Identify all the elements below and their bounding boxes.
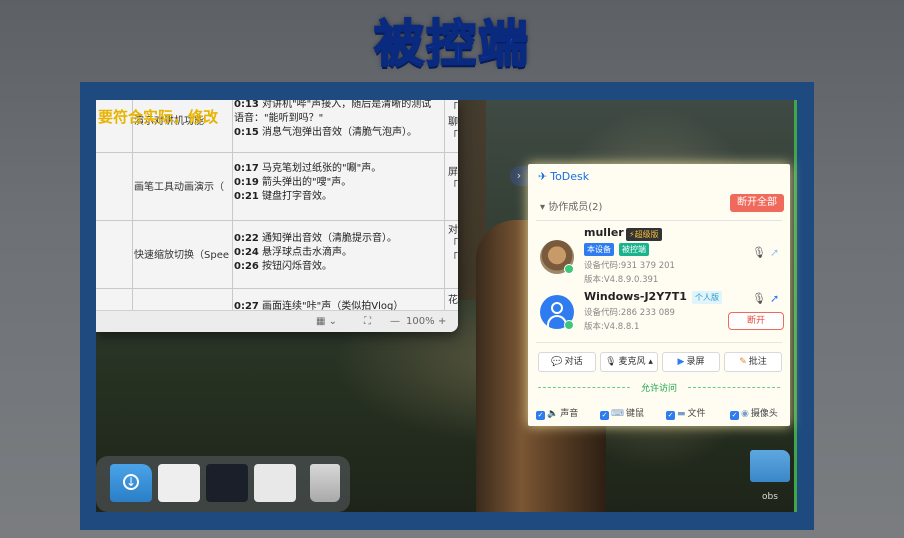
document-status-bar: ▦ ⌄ ⛶ — 100% +: [96, 310, 458, 332]
edition-badge: 个人版: [692, 291, 722, 304]
keyboard-icon: ⌨: [611, 409, 624, 419]
permission-keyboard-mouse[interactable]: ✓ ⌨ 键鼠: [600, 406, 644, 420]
disconnect-all-button[interactable]: 断开全部: [730, 194, 784, 212]
table-cell: 屏「: [448, 167, 458, 192]
os-icon: [564, 320, 574, 330]
speaker-icon: 🔈: [547, 409, 559, 419]
disconnect-button[interactable]: 断开: [728, 312, 784, 330]
table-cell: 对「「: [448, 225, 458, 264]
checkbox[interactable]: ✓: [536, 411, 545, 420]
version-text: 版本:V4.8.8.1: [584, 322, 640, 332]
table-cell: 花: [448, 295, 458, 306]
permission-sound[interactable]: ✓ 🔈 声音: [536, 406, 578, 420]
this-device-tag: 本设备: [584, 243, 614, 256]
zoom-in-button[interactable]: +: [438, 316, 446, 327]
controlled-tag: 被控端: [619, 243, 649, 256]
folder-icon[interactable]: [750, 450, 790, 482]
device-code: 设备代码:286 233 089: [584, 308, 675, 318]
folder-icon: ▬: [677, 409, 686, 419]
table-cell: 快速缩放切换（Spee: [134, 250, 229, 261]
table-cell: 「聊「: [448, 103, 458, 142]
device-code: 设备代码:931 379 201: [584, 261, 675, 271]
checkbox[interactable]: ✓: [600, 411, 609, 420]
table-cell: 0:17 马克笔划过纸张的"唰"声。 0:19 箭头弹出的"嗖"声。 0:21 …: [234, 163, 382, 202]
downloads-folder-icon[interactable]: ↓: [110, 464, 152, 502]
collapse-panel-button[interactable]: ›: [510, 166, 528, 186]
zoom-out-button[interactable]: —: [390, 316, 400, 327]
os-icon: [564, 264, 574, 274]
chat-button[interactable]: 💬 对话: [538, 352, 596, 372]
permission-camera[interactable]: ✓ ◉ 摄像头: [730, 406, 778, 420]
window-thumbnail[interactable]: [254, 464, 296, 502]
member-name: Windows-J2Y7T1: [584, 290, 687, 303]
table-cell: 0:13 对讲机"哔"声接入，随后是清晰的测试 语音："能听到吗？" 0:15 …: [234, 100, 432, 138]
dock: ↓: [96, 456, 350, 512]
microphone-icon[interactable]: 🎙: [752, 292, 766, 305]
trash-icon[interactable]: [310, 464, 340, 502]
checkbox[interactable]: ✓: [666, 411, 675, 420]
microphone-button[interactable]: 🎙 麦克风 ▴: [600, 352, 658, 372]
window-thumbnail[interactable]: [206, 464, 248, 502]
members-section-title[interactable]: ▾ 协作成员(2): [540, 198, 602, 213]
overlay-annotation: 要符合实际，修改: [98, 108, 219, 126]
record-screen-button[interactable]: ▶ 录屏: [662, 352, 720, 372]
member-name: muller: [584, 226, 624, 239]
grid-view-icon[interactable]: ▦ ⌄: [316, 316, 337, 327]
todesk-panel: ✈ ToDesk ▾ 协作成员(2) 断开全部 muller ⚡超级版 本设备 被…: [528, 164, 790, 426]
fit-screen-icon[interactable]: ⛶: [364, 316, 371, 327]
checkbox[interactable]: ✓: [730, 411, 739, 420]
zoom-level: 100%: [406, 316, 435, 327]
edition-badge: ⚡超级版: [626, 228, 662, 241]
page-title: 被控端: [373, 14, 530, 74]
remote-border: [794, 100, 797, 512]
cursor-icon[interactable]: ➚: [770, 292, 779, 305]
cursor-icon[interactable]: ➚: [770, 246, 779, 259]
camera-icon: ◉: [741, 409, 749, 419]
microphone-icon[interactable]: 🎙: [752, 246, 766, 259]
annotate-button[interactable]: ✎ 批注: [724, 352, 782, 372]
version-text: 版本:V4.8.9.0.391: [584, 275, 659, 285]
document-table: 演示对讲机功能 0:13 对讲机"哔"声接入，随后是清晰的测试 语音："能听到吗…: [96, 100, 458, 312]
permission-files[interactable]: ✓ ▬ 文件: [666, 406, 706, 420]
folder-label: obs: [762, 492, 778, 502]
todesk-brand: ✈ ToDesk: [538, 170, 590, 183]
document-window[interactable]: 演示对讲机功能 0:13 对讲机"哔"声接入，随后是清晰的测试 语音："能听到吗…: [96, 100, 458, 332]
divider: [688, 387, 780, 388]
todesk-logo-icon: ✈: [538, 170, 548, 183]
table-cell: 画笔工具动画演示（: [134, 182, 224, 193]
divider: [536, 342, 782, 343]
divider: [536, 220, 782, 221]
table-cell: 0:22 通知弹出音效（清脆提示音）。 0:24 悬浮球点击水滴声。 0:26 …: [234, 233, 398, 272]
window-thumbnail[interactable]: [158, 464, 200, 502]
